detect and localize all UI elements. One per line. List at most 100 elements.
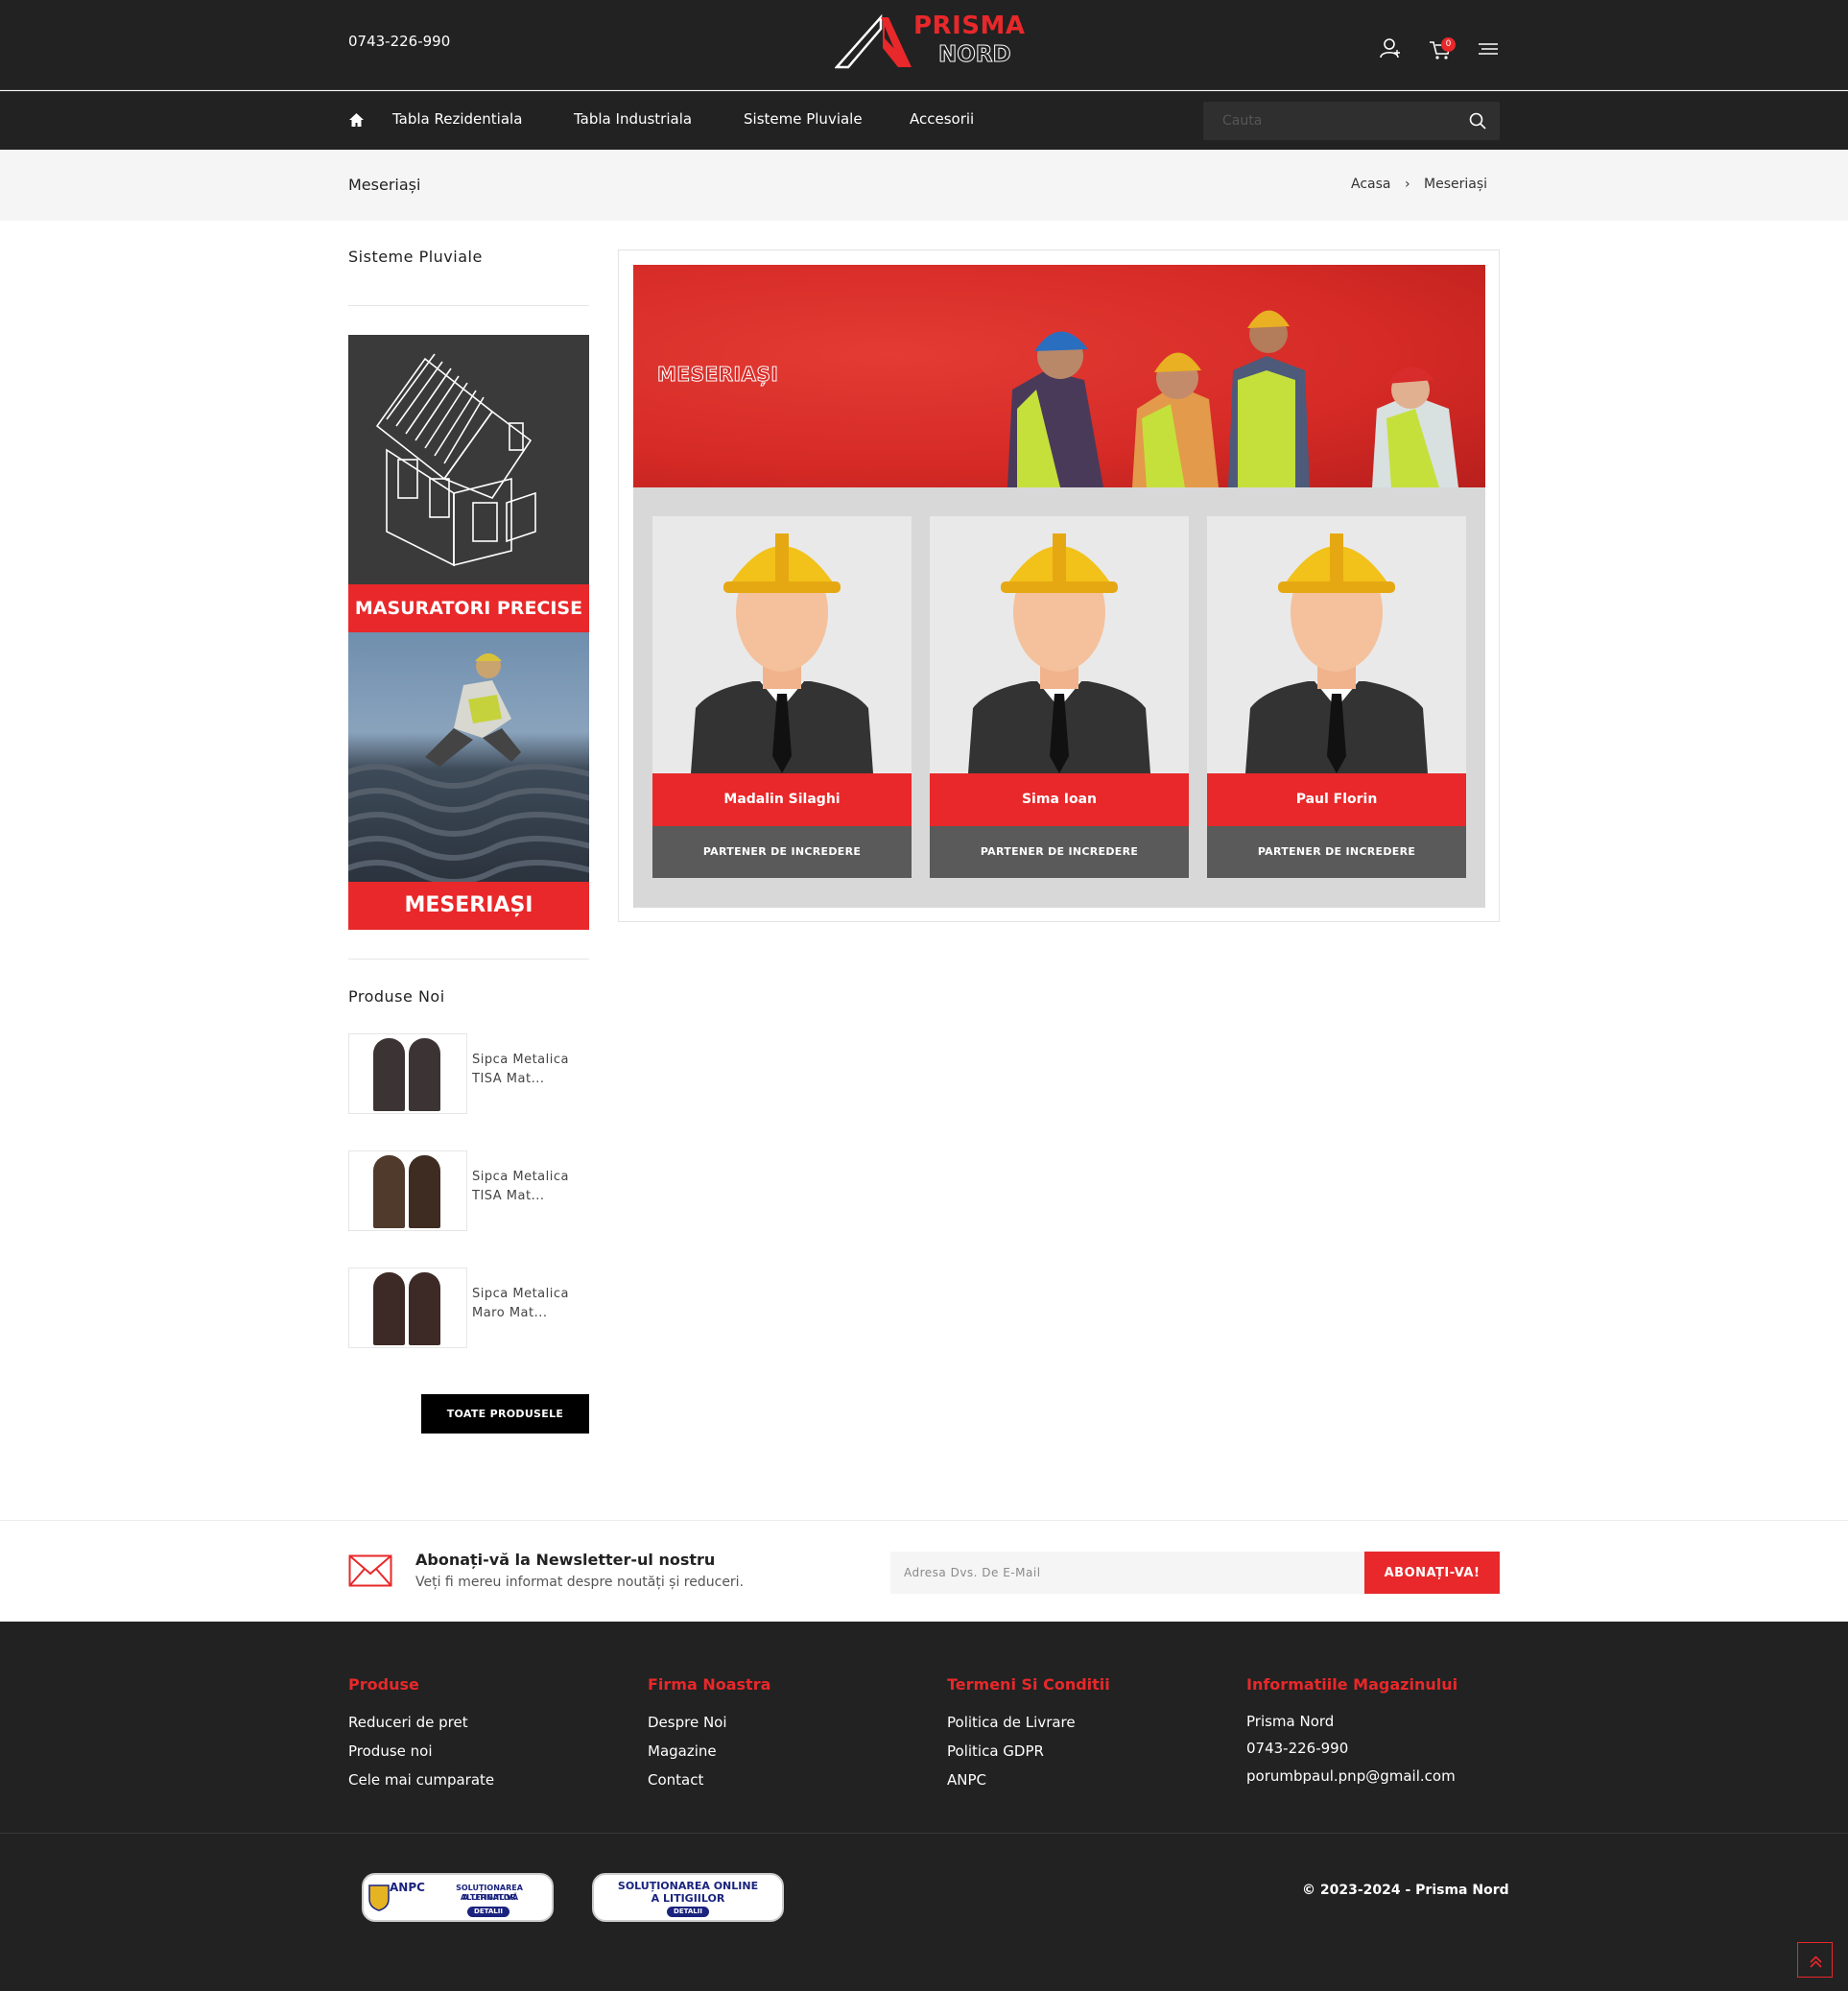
scroll-to-top-button[interactable] bbox=[1797, 1942, 1833, 1978]
banner-label-masuratori: MASURATORI PRECISE bbox=[348, 584, 589, 632]
sidebar-divider bbox=[348, 959, 589, 960]
footer-link[interactable]: Politica de Livrare bbox=[947, 1714, 1076, 1731]
partner-role: PARTENER DE INCREDERE bbox=[652, 826, 912, 878]
partner-name[interactable]: Sima Ioan bbox=[930, 773, 1189, 826]
newsletter-subtitle: Veți fi mereu informat despre noutăți și… bbox=[415, 1575, 745, 1590]
footer-link[interactable]: Reduceri de pret bbox=[348, 1714, 468, 1731]
envelope-icon bbox=[348, 1554, 392, 1587]
search-input[interactable] bbox=[1203, 102, 1453, 140]
product-item[interactable]: Sipca Metalica TISA Mat... bbox=[348, 1150, 589, 1231]
newsletter-divider bbox=[0, 1520, 1848, 1521]
main-nav: Tabla Rezidentiala Tabla Industriala Sis… bbox=[0, 91, 1848, 150]
logo-text-nord: NORD bbox=[938, 42, 1012, 68]
footer-link[interactable]: Cele mai cumparate bbox=[348, 1771, 494, 1789]
footer-col-title: Firma Noastra bbox=[648, 1675, 771, 1694]
footer-link[interactable]: Contact bbox=[648, 1771, 703, 1789]
cart-count-badge: 0 bbox=[1441, 37, 1456, 52]
partner-card[interactable]: Paul Florin PARTENER DE INCREDERE bbox=[1207, 516, 1466, 878]
top-header: 0743-226-990 PRISMA NORD 0 bbox=[0, 0, 1848, 90]
anpc-sol-badge[interactable]: SOLUȚIONAREA ONLINE A LITIGIILOR DETALII bbox=[592, 1873, 784, 1922]
page-title-bar: Meseriași Acasa › Meseriași bbox=[0, 150, 1848, 221]
partners-grid: Madalin Silaghi PARTENER DE INCREDERE Si… bbox=[633, 487, 1485, 908]
house-drawing-icon bbox=[375, 353, 536, 567]
menu-icon[interactable] bbox=[1477, 36, 1502, 61]
workers-group-image-icon bbox=[1007, 310, 1458, 487]
fence-plank-right bbox=[409, 1155, 440, 1228]
footer-link[interactable]: Despre Noi bbox=[648, 1714, 727, 1731]
home-icon[interactable] bbox=[348, 112, 365, 128]
partner-name[interactable]: Madalin Silaghi bbox=[652, 773, 912, 826]
meseriasi-content: MESERIAȘI Madalin Silaghi PARTENER DE IN… bbox=[618, 249, 1500, 922]
footer-col-title: Informatiile Magazinului bbox=[1246, 1675, 1458, 1694]
partner-role: PARTENER DE INCREDERE bbox=[1207, 826, 1466, 878]
badge1-details-pill: DETALII bbox=[467, 1907, 509, 1917]
product-name[interactable]: Sipca Metalica TISA Mat... bbox=[472, 1051, 587, 1089]
header-phone[interactable]: 0743-226-990 bbox=[348, 33, 450, 50]
worker-avatar-icon bbox=[1245, 533, 1428, 773]
newsletter-title: Abonați-vă la Newsletter-ul nostru bbox=[415, 1551, 716, 1569]
sidebar-divider bbox=[348, 305, 589, 306]
fence-plank-left bbox=[373, 1272, 405, 1345]
logo-mark-icon bbox=[835, 13, 912, 69]
fence-plank-right bbox=[409, 1038, 440, 1111]
footer-link[interactable]: Produse noi bbox=[348, 1742, 433, 1760]
nav-item-tabla-industriala[interactable]: Tabla Industriala bbox=[574, 110, 692, 128]
footer-store-email[interactable]: porumbpaul.pnp@gmail.com bbox=[1246, 1767, 1456, 1785]
nav-item-accesorii[interactable]: Accesorii bbox=[910, 110, 974, 128]
anpc-sal-badge[interactable]: ANPC SOLUȚIONAREA ALTERNATIVĂ A LITIGIIL… bbox=[362, 1873, 554, 1922]
footer-link[interactable]: Magazine bbox=[648, 1742, 717, 1760]
footer-store-name: Prisma Nord bbox=[1246, 1713, 1335, 1730]
footer-link[interactable]: Politica GDPR bbox=[947, 1742, 1044, 1760]
copyright-text: © 2023-2024 - Prisma Nord bbox=[1302, 1883, 1509, 1898]
sidebar-promo-banner[interactable]: MASURATORI PRECISE MESERIAȘI bbox=[348, 335, 589, 930]
breadcrumb: Acasa › Meseriași bbox=[1351, 177, 1497, 192]
badge2-line2: A LITIGIILOR bbox=[651, 1892, 725, 1905]
footer-link[interactable]: ANPC bbox=[947, 1771, 986, 1789]
product-item[interactable]: Sipca Metalica TISA Mat... bbox=[348, 1033, 589, 1114]
breadcrumb-current: Meseriași bbox=[1424, 177, 1488, 192]
product-thumbnail[interactable] bbox=[348, 1268, 467, 1348]
product-thumbnail[interactable] bbox=[348, 1033, 467, 1114]
fence-plank-left bbox=[373, 1038, 405, 1111]
newsletter-email-input[interactable] bbox=[890, 1552, 1364, 1594]
product-name[interactable]: Sipca Metalica Maro Mat... bbox=[472, 1285, 587, 1323]
partner-name[interactable]: Paul Florin bbox=[1207, 773, 1466, 826]
breadcrumb-separator-icon: › bbox=[1404, 177, 1410, 192]
search-icon[interactable] bbox=[1468, 111, 1487, 130]
nav-item-tabla-rezidentiala[interactable]: Tabla Rezidentiala bbox=[392, 110, 522, 128]
sidebar-category-title[interactable]: Sisteme Pluviale bbox=[348, 248, 483, 266]
badge2-details-pill: DETALII bbox=[667, 1907, 709, 1917]
partner-role: PARTENER DE INCREDERE bbox=[930, 826, 1189, 878]
badge2-line1: SOLUȚIONAREA ONLINE bbox=[617, 1880, 759, 1892]
product-item[interactable]: Sipca Metalica Maro Mat... bbox=[348, 1268, 589, 1348]
anpc-logo-text: ANPC bbox=[390, 1881, 425, 1894]
all-products-button[interactable]: TOATE PRODUSELE bbox=[421, 1394, 589, 1434]
banner-roofer-photo bbox=[348, 632, 589, 882]
badge1-line2: A LITIGIILOR bbox=[462, 1893, 516, 1902]
logo-text-prisma: PRISMA bbox=[913, 12, 1026, 40]
product-name[interactable]: Sipca Metalica TISA Mat... bbox=[472, 1168, 587, 1206]
user-icon[interactable] bbox=[1378, 36, 1403, 61]
footer-divider bbox=[0, 1833, 1848, 1834]
worker-avatar-icon bbox=[968, 533, 1150, 773]
romania-crest-icon bbox=[368, 1884, 390, 1911]
fence-plank-left bbox=[373, 1155, 405, 1228]
new-products-title: Produse Noi bbox=[348, 987, 445, 1006]
fence-plank-right bbox=[409, 1272, 440, 1345]
newsletter-subscribe-button[interactable]: ABONAȚI-VA! bbox=[1364, 1552, 1500, 1594]
hero-banner: MESERIAȘI bbox=[633, 265, 1485, 487]
partner-card[interactable]: Sima Ioan PARTENER DE INCREDERE bbox=[930, 516, 1189, 878]
partner-card[interactable]: Madalin Silaghi PARTENER DE INCREDERE bbox=[652, 516, 912, 878]
product-thumbnail[interactable] bbox=[348, 1150, 467, 1231]
double-chevron-up-icon bbox=[1810, 1955, 1822, 1968]
footer-store-phone[interactable]: 0743-226-990 bbox=[1246, 1740, 1348, 1757]
site-logo[interactable]: PRISMA NORD bbox=[835, 12, 1025, 71]
worker-avatar-icon bbox=[691, 533, 873, 773]
footer-col-title: Produse bbox=[348, 1675, 419, 1694]
breadcrumb-home-link[interactable]: Acasa bbox=[1351, 177, 1390, 192]
banner-house-panel bbox=[348, 335, 589, 584]
roofer-image-icon bbox=[348, 653, 589, 882]
nav-item-sisteme-pluviale[interactable]: Sisteme Pluviale bbox=[744, 110, 863, 128]
site-footer: Produse Reduceri de pret Produse noi Cel… bbox=[0, 1622, 1848, 1991]
page-title: Meseriași bbox=[348, 176, 421, 194]
